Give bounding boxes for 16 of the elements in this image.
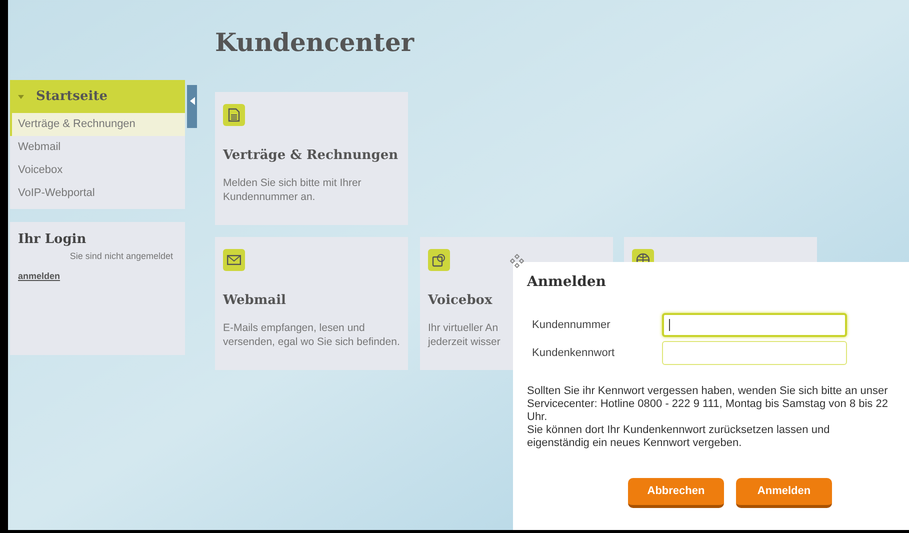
sidebar-header-label: Startseite: [36, 88, 108, 106]
card-title: Verträge & Rechnungen: [223, 147, 400, 165]
field-label: Kundenkennwort: [531, 346, 616, 361]
card-title: Webmail: [223, 292, 287, 310]
page-title: Kundencenter: [215, 27, 414, 59]
info-text: Sollten Sie ihr Kennwort vergessen haben, wenden Sie sich bitte an unser Servicecenter: Hotline 0800 - 222 9 111, Montag bis Samstag von 8 bis 22 Uhr.: [527, 385, 889, 424]
card-title: Voicebox: [428, 292, 494, 310]
login-title: Ihr Login: [18, 231, 88, 249]
login-status: Sie sind nicht angemeldet: [68, 250, 174, 263]
dialog-title: Anmelden: [527, 273, 607, 292]
info-text: Sie können dort Ihr Kundenkennwort zurücksetzen lassen und eigenständig ein neues Kennwort vergeben.: [527, 424, 831, 450]
field-label: Kundennummer: [531, 318, 612, 333]
card-description: Ihr virtueller An: [428, 320, 498, 334]
card-description: E-Mails empfangen, lesen und versenden, egal wo Sie sich befinden.: [223, 320, 400, 348]
card-description: jederzeit wisser: [428, 334, 500, 348]
card-description: Melden Sie sich bitte mit Ihrer Kundennummer an.: [223, 176, 362, 204]
